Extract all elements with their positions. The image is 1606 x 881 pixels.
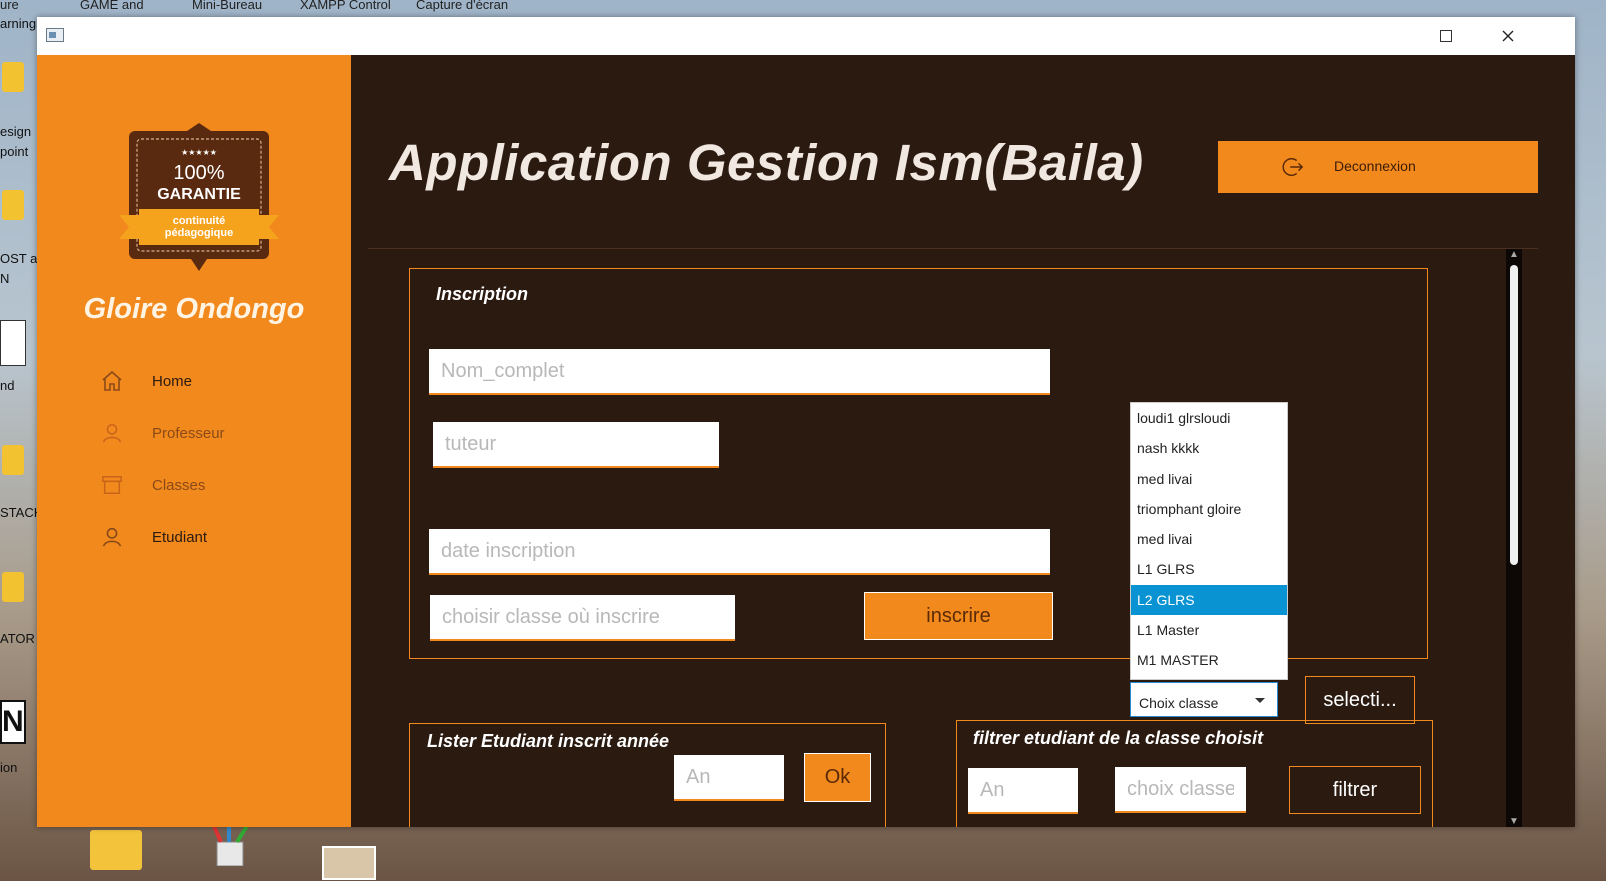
sidebar-item-classes[interactable]: Classes — [99, 471, 205, 499]
archive-icon — [99, 472, 125, 498]
inscription-title: Inscription — [436, 284, 529, 304]
sidebar-item-label: Classes — [152, 476, 206, 494]
scroll-up-icon[interactable]: ▲ — [1509, 249, 1519, 260]
logout-icon — [1282, 156, 1304, 181]
logout-label: Deconnexion — [1334, 158, 1416, 174]
sidebar-item-professeur[interactable]: Professeur — [99, 419, 225, 447]
dropdown-option-selected[interactable]: L2 GLRS — [1131, 584, 1287, 616]
combo-value: Choix classe — [1139, 695, 1219, 711]
main-content: Application Gestion Ism(Baila) Deconnexi… — [351, 55, 1575, 827]
desktop-label: arning — [0, 16, 37, 31]
nom-complet-input[interactable] — [429, 349, 1050, 395]
desktop-label: GAME and — [80, 0, 144, 12]
sidebar-item-label: Home — [152, 372, 193, 390]
folder-lock-icon[interactable] — [2, 445, 24, 475]
title-bar — [37, 17, 1575, 55]
app-window: ★★★★★ 100% GARANTIE continuité pédagogiq… — [37, 17, 1575, 827]
pencil-cup-icon[interactable] — [205, 822, 255, 866]
page-title: Application Gestion Ism(Baila) — [389, 134, 1144, 191]
sidebar: ★★★★★ 100% GARANTIE continuité pédagogiq… — [37, 55, 351, 827]
desktop-label: esign — [0, 124, 32, 139]
filtrer-classe-input[interactable] — [1115, 767, 1246, 813]
desktop-label: N — [0, 271, 10, 286]
notion-icon[interactable]: N — [0, 700, 26, 744]
lister-an-input[interactable] — [674, 755, 784, 801]
ok-button[interactable]: Ok — [804, 753, 871, 802]
dropdown-option[interactable]: med livai — [1131, 464, 1287, 494]
tuteur-input[interactable] — [433, 422, 719, 468]
desktop-label: OST a — [0, 251, 38, 266]
desktop-label: ATOR — [0, 631, 35, 646]
dropdown-option[interactable]: loudi1 glrsloudi — [1131, 403, 1287, 433]
maximize-icon — [1440, 30, 1452, 42]
user-name: Gloire Ondongo — [83, 293, 305, 325]
close-icon — [1502, 30, 1514, 42]
document-icon[interactable] — [0, 320, 26, 366]
sidebar-item-etudiant[interactable]: Etudiant — [99, 523, 207, 551]
desktop-label: nd — [0, 378, 15, 393]
dropdown-option[interactable]: M1 MASTER — [1131, 645, 1287, 675]
folder-icon[interactable] — [90, 830, 142, 870]
user-icon — [99, 420, 125, 446]
badge-percent: 100% — [173, 162, 224, 184]
dropdown-option[interactable]: L1 Master — [1131, 615, 1287, 645]
badge-label: GARANTIE — [157, 186, 241, 203]
desktop-label: ion — [0, 760, 18, 775]
filtrer-button[interactable]: filtrer — [1289, 766, 1421, 814]
desktop-label: Mini-Bureau — [192, 0, 263, 12]
inscrire-button[interactable]: inscrire — [864, 592, 1053, 640]
desktop-bottom-icons — [0, 822, 1606, 881]
classe-inscription-input[interactable] — [430, 595, 735, 641]
sidebar-item-home[interactable]: Home — [99, 367, 192, 395]
desktop-left-icons: arning esign point OST a N nd STACK ATOR… — [0, 0, 42, 881]
vertical-scrollbar[interactable]: ▲ ▼ — [1506, 249, 1522, 827]
folder-lock-icon[interactable] — [2, 190, 24, 220]
photo-icon[interactable] — [322, 846, 376, 880]
dropdown-option[interactable]: med livai — [1131, 524, 1287, 554]
close-button[interactable] — [1485, 17, 1531, 55]
home-icon — [99, 368, 125, 394]
desktop-label: Capture d'écran — [416, 0, 509, 12]
sidebar-item-label: Etudiant — [152, 528, 208, 546]
dropdown-option[interactable]: L1 GLRS — [1131, 554, 1287, 584]
classe-dropdown-list[interactable]: loudi1 glrsloudi nash kkkk med livai tri… — [1130, 402, 1288, 680]
folder-lock-icon[interactable] — [2, 62, 24, 92]
choix-classe-combo[interactable]: Choix classe — [1130, 682, 1278, 717]
lister-title: Lister Etudiant inscrit année — [427, 731, 670, 751]
desktop-label: point — [0, 144, 29, 159]
dropdown-option[interactable]: triomphant gloire — [1131, 494, 1287, 524]
guarantee-badge-logo: ★★★★★ 100% GARANTIE continuité pédagogiq… — [119, 123, 279, 271]
desktop-top-labels: ure GAME and Mini-Bureau XAMPP Control C… — [0, 0, 1606, 14]
chevron-down-icon — [1255, 698, 1265, 703]
logout-button[interactable]: Deconnexion — [1218, 141, 1538, 193]
app-icon — [46, 28, 64, 42]
dropdown-option[interactable]: nash kkkk — [1131, 433, 1287, 463]
filtrer-title: filtrer etudiant de la classe choisit — [973, 728, 1264, 748]
select-button[interactable]: selecti... — [1305, 676, 1415, 724]
desktop-label: XAMPP Control — [300, 0, 391, 12]
badge-ribbon-line2: pédagogique — [165, 227, 233, 239]
badge-ribbon-line1: continuité — [173, 215, 226, 227]
scrollbar-thumb[interactable] — [1510, 265, 1518, 565]
badge-stars: ★★★★★ — [181, 148, 217, 157]
scroll-down-icon[interactable]: ▼ — [1509, 816, 1519, 827]
user-icon — [99, 524, 125, 550]
maximize-button[interactable] — [1423, 17, 1469, 55]
sidebar-item-label: Professeur — [152, 424, 225, 442]
filtrer-an-input[interactable] — [968, 768, 1078, 814]
date-inscription-input[interactable] — [429, 529, 1050, 575]
folder-lock-icon[interactable] — [2, 572, 24, 602]
